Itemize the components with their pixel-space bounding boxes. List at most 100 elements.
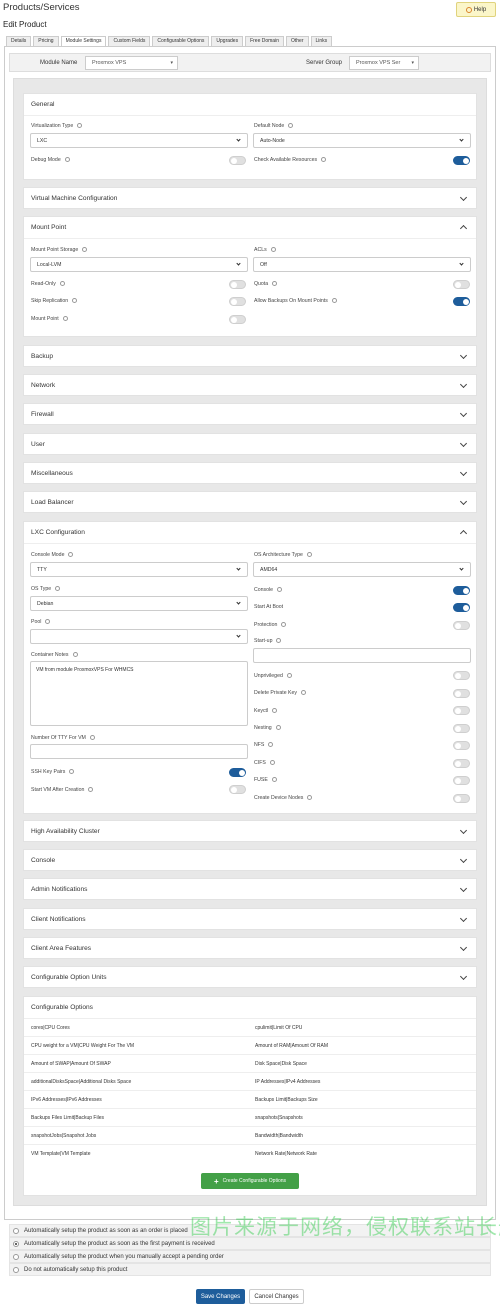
tab-other[interactable]: Other [285, 36, 309, 46]
panel-firewall[interactable]: Firewall [23, 403, 477, 425]
panel-user[interactable]: User [23, 433, 477, 455]
radio-button[interactable] [13, 1254, 19, 1260]
help-icon[interactable] [82, 246, 88, 252]
storage-select[interactable]: Local-LVM [30, 257, 248, 272]
os-type-label: OS Type [31, 585, 61, 592]
help-icon[interactable] [331, 297, 337, 303]
help-icon[interactable] [270, 246, 276, 252]
readonly-toggle[interactable] [229, 280, 246, 289]
panel-backup[interactable]: Backup [23, 345, 477, 367]
tab-free-domain[interactable]: Free Domain [245, 36, 284, 46]
protection-toggle[interactable] [453, 621, 470, 630]
help-icon[interactable] [272, 280, 278, 286]
panel-miscellaneous[interactable]: Miscellaneous [23, 462, 477, 484]
help-icon[interactable] [306, 551, 312, 557]
delete-private-key-toggle[interactable] [453, 689, 470, 698]
help-icon[interactable] [271, 776, 277, 782]
help-icon[interactable] [288, 122, 294, 128]
help-icon[interactable] [276, 637, 282, 643]
skip-replication-toggle[interactable] [229, 297, 246, 306]
server-group-select[interactable]: Proxmox VPS Ser ▾ [349, 56, 419, 70]
keyctl-toggle[interactable] [453, 706, 470, 715]
panel-console[interactable]: Console [23, 849, 477, 871]
ssh-key-pairs-toggle[interactable] [229, 768, 246, 777]
help-icon[interactable] [69, 768, 75, 774]
create-configurable-options-button[interactable]: + Create Configurable Options [201, 1173, 299, 1189]
help-icon[interactable] [88, 786, 94, 792]
default-node-select[interactable]: Auto-Node [253, 133, 471, 148]
setup-option-row[interactable]: Automatically setup the product when you… [9, 1250, 491, 1263]
tab-configurable-options[interactable]: Configurable Options [152, 36, 210, 46]
help-icon[interactable] [321, 156, 327, 162]
nesting-toggle[interactable] [453, 724, 470, 733]
panel-ha-cluster[interactable]: High Availability Cluster [23, 820, 477, 842]
radio-button[interactable] [13, 1267, 19, 1273]
panel-configurable-option-units[interactable]: Configurable Option Units [23, 966, 477, 988]
chevron-up-icon[interactable] [459, 224, 468, 233]
save-changes-button[interactable]: Save Changes [196, 1289, 245, 1304]
quota-toggle[interactable] [453, 280, 470, 289]
debug-mode-toggle[interactable] [229, 156, 246, 165]
help-icon[interactable] [307, 794, 313, 800]
help-icon[interactable] [62, 315, 68, 321]
panel-network[interactable]: Network [23, 374, 477, 396]
unprivileged-toggle[interactable] [453, 671, 470, 680]
check-resources-toggle[interactable] [453, 156, 470, 165]
tty-input[interactable] [30, 744, 248, 759]
tab-custom-fields[interactable]: Custom Fields [108, 36, 151, 46]
cancel-changes-button[interactable]: Cancel Changes [249, 1289, 304, 1304]
table-row: additionalDisksSpace|Additional Disks Sp… [24, 1072, 476, 1090]
create-device-nodes-toggle[interactable] [453, 794, 470, 803]
help-icon[interactable] [300, 689, 306, 695]
tab-pricing[interactable]: Pricing [33, 36, 59, 46]
tab-links[interactable]: Links [310, 36, 333, 46]
allow-backups-toggle[interactable] [453, 297, 470, 306]
start-vm-after-creation-toggle[interactable] [229, 785, 246, 794]
panel-client-notifications[interactable]: Client Notifications [23, 908, 477, 930]
help-icon[interactable] [72, 651, 78, 657]
help-icon[interactable] [77, 122, 83, 128]
console-toggle[interactable] [453, 586, 470, 595]
help-icon[interactable] [72, 297, 78, 303]
tab-details[interactable]: Details [6, 36, 32, 46]
help-button[interactable]: Help [456, 2, 496, 17]
os-arch-select[interactable]: AMD64 [253, 562, 471, 577]
start-at-boot-toggle[interactable] [453, 603, 470, 612]
tab-upgrades[interactable]: Upgrades [211, 36, 244, 46]
os-type-select[interactable]: Debian [30, 596, 248, 611]
help-icon[interactable] [275, 724, 281, 730]
help-icon[interactable] [59, 280, 65, 286]
nfs-toggle[interactable] [453, 741, 470, 750]
option-cell: Amount of SWAP|Amount Of SWAP [31, 1061, 111, 1067]
startup-input[interactable] [253, 648, 471, 663]
chevron-up-icon[interactable] [459, 529, 468, 538]
acls-select[interactable]: Off [253, 257, 471, 272]
panel-vm-configuration[interactable]: Virtual Machine Configuration [23, 187, 477, 209]
help-icon[interactable] [55, 585, 61, 591]
setup-option-row[interactable]: Do not automatically setup this product [9, 1263, 491, 1276]
help-icon[interactable] [64, 156, 70, 162]
container-notes-textarea[interactable]: VM from module ProxmoxVPS For WHMCS [30, 661, 248, 726]
fuse-toggle[interactable] [453, 776, 470, 785]
help-icon[interactable] [89, 734, 95, 740]
help-icon[interactable] [269, 759, 275, 765]
help-icon[interactable] [272, 707, 278, 713]
console-mode-select[interactable]: TTY [30, 562, 248, 577]
help-icon[interactable] [277, 586, 283, 592]
panel-load-balancer[interactable]: Load Balancer [23, 491, 477, 513]
radio-button[interactable] [13, 1241, 19, 1247]
help-icon[interactable] [45, 618, 51, 624]
panel-admin-notifications[interactable]: Admin Notifications [23, 878, 477, 900]
cifs-toggle[interactable] [453, 759, 470, 768]
setup-option-label: Automatically setup the product as soon … [24, 1228, 188, 1234]
radio-button[interactable] [13, 1228, 19, 1234]
help-icon[interactable] [68, 551, 74, 557]
module-name-select[interactable]: Proxmox VPS ▾ [85, 56, 178, 70]
virtualization-type-select[interactable]: LXC [30, 133, 248, 148]
help-icon[interactable] [286, 672, 292, 678]
pool-select[interactable] [30, 629, 248, 644]
panel-client-area-features[interactable]: Client Area Features [23, 937, 477, 959]
help-icon[interactable] [281, 621, 287, 627]
mount-point-toggle[interactable] [229, 315, 246, 324]
help-icon[interactable] [268, 741, 274, 747]
